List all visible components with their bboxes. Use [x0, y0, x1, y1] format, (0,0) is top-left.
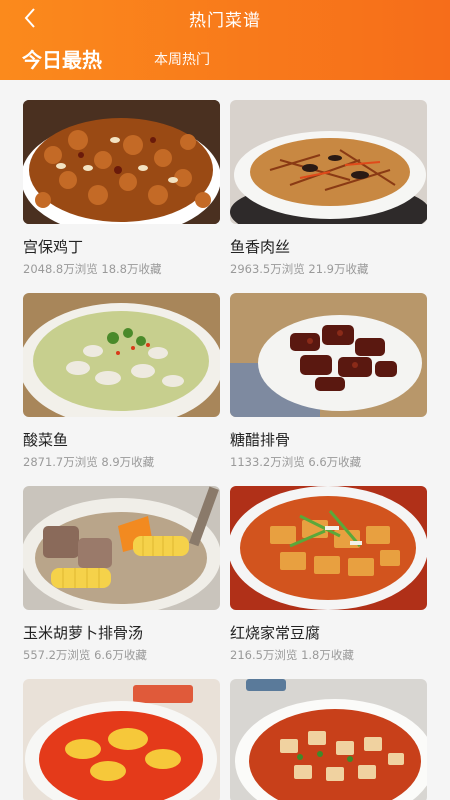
recipe-image	[23, 486, 220, 610]
recipe-stats: 1133.2万浏览 6.6万收藏	[230, 455, 362, 469]
recipe-image	[230, 679, 427, 800]
recipe-name: 鱼香肉丝	[230, 238, 291, 256]
recipe-image	[230, 486, 427, 610]
recipe-grid: 宫保鸡丁 2048.8万浏览 18.8万收藏 鱼香肉丝 2963.5万浏览 21…	[0, 80, 450, 800]
recipe-name: 玉米胡萝卜排骨汤	[23, 624, 144, 642]
recipe-image	[23, 100, 220, 224]
tab-week-hot[interactable]: 本周热门	[154, 49, 210, 69]
recipe-card[interactable]: 酸菜鱼 2871.7万浏览 8.9万收藏	[23, 293, 220, 470]
recipe-image	[23, 679, 220, 800]
recipe-stats: 2048.8万浏览 18.8万收藏	[23, 262, 162, 276]
recipe-stats: 557.2万浏览 6.6万收藏	[23, 648, 147, 662]
recipe-card[interactable]: 红烧家常豆腐 216.5万浏览 1.8万收藏	[230, 486, 427, 663]
tab-today-hot[interactable]: 今日最热	[22, 44, 102, 73]
recipe-stats: 2871.7万浏览 8.9万收藏	[23, 455, 155, 469]
recipe-name: 糖醋排骨	[230, 431, 291, 449]
recipe-name: 宫保鸡丁	[23, 238, 84, 256]
recipe-stats: 216.5万浏览 1.8万收藏	[230, 648, 354, 662]
recipe-image	[230, 293, 427, 417]
recipe-name: 酸菜鱼	[23, 431, 69, 449]
recipe-card[interactable]	[230, 679, 427, 800]
recipe-image	[230, 100, 427, 224]
recipe-card[interactable]: 玉米胡萝卜排骨汤 557.2万浏览 6.6万收藏	[23, 486, 220, 663]
page-title: 热门菜谱	[189, 11, 261, 31]
top-header: 热门菜谱 今日最热 本周热门	[0, 0, 450, 80]
recipe-card[interactable]: 宫保鸡丁 2048.8万浏览 18.8万收藏	[23, 100, 220, 277]
recipe-card[interactable]: 鱼香肉丝 2963.5万浏览 21.9万收藏	[230, 100, 427, 277]
recipe-image	[23, 293, 220, 417]
recipe-name: 红烧家常豆腐	[230, 624, 321, 642]
recipe-card[interactable]: 糖醋排骨 1133.2万浏览 6.6万收藏	[230, 293, 427, 470]
recipe-stats: 2963.5万浏览 21.9万收藏	[230, 262, 369, 276]
recipe-card[interactable]	[23, 679, 220, 800]
